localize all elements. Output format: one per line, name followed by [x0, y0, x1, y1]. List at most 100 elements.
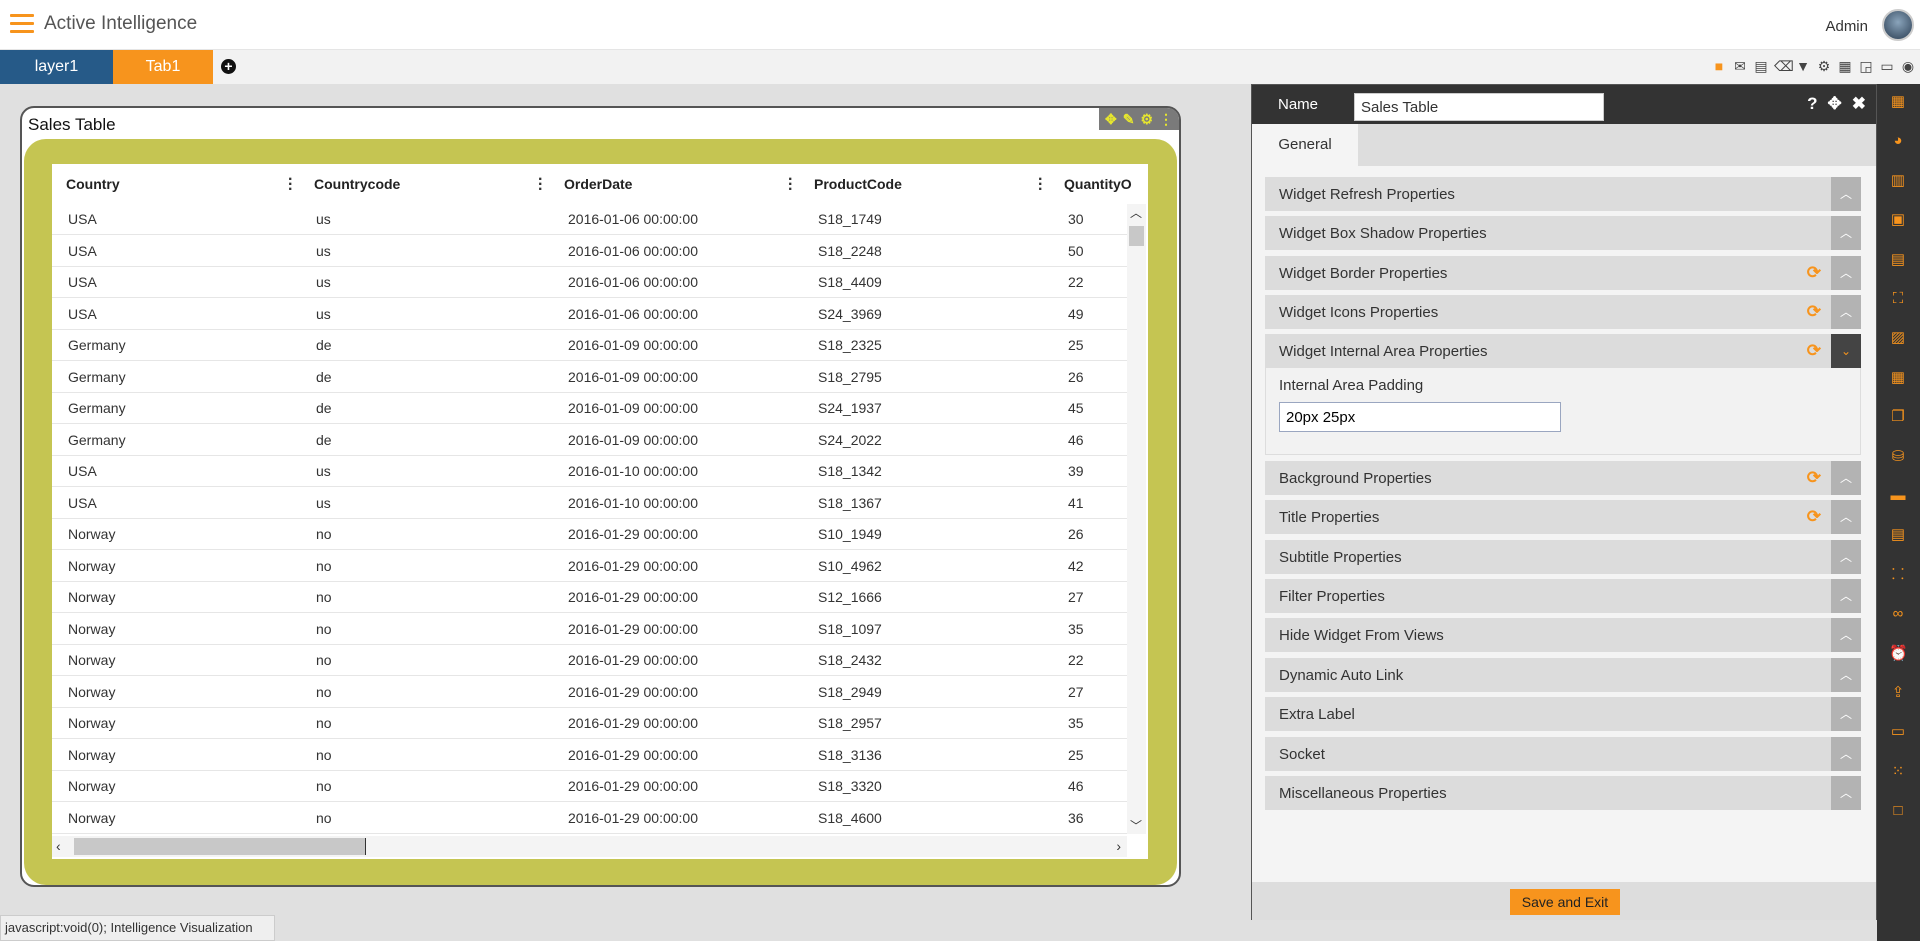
section-subtitle-properties[interactable]: Subtitle Properties ︿ [1265, 540, 1861, 574]
table-row[interactable]: Norway no 2016-01-29 00:00:00 S18_2957 35 [52, 708, 1127, 739]
monitor-icon[interactable]: ▭ [1879, 58, 1895, 74]
scroll-down-icon[interactable]: ﹀ [1130, 817, 1142, 834]
chevron-up-icon[interactable]: ︿ [1831, 461, 1861, 495]
name-input[interactable] [1354, 93, 1604, 121]
chevron-up-icon[interactable]: ︿ [1831, 658, 1861, 692]
scroll-up-icon[interactable]: ︿ [1130, 204, 1142, 221]
comment-icon[interactable]: ▤ [1753, 58, 1769, 74]
alarm-icon[interactable]: ⏰ [1889, 645, 1908, 663]
file-icon[interactable]: ▤ [1889, 526, 1907, 544]
image-icon[interactable]: ▨ [1889, 329, 1907, 347]
copy-icon[interactable]: ❐ [1889, 408, 1907, 426]
edit-icon[interactable]: ✎ [1123, 111, 1135, 128]
chevron-up-icon[interactable]: ︿ [1831, 540, 1861, 574]
move-icon[interactable]: ✥ [1105, 111, 1117, 128]
move-icon[interactable]: ✥ [1828, 94, 1842, 114]
tab-general[interactable]: General [1252, 124, 1358, 166]
chevron-up-icon[interactable]: ︿ [1831, 737, 1861, 771]
refresh-icon[interactable]: ⟳ [1807, 302, 1821, 322]
chevron-up-icon[interactable]: ︿ [1831, 579, 1861, 613]
more-icon[interactable]: ⋮ [1159, 111, 1173, 128]
handshake-icon[interactable]: ∞ [1889, 605, 1907, 623]
hamburger-menu-icon[interactable] [10, 14, 34, 34]
close-icon[interactable]: ✖ [1852, 94, 1866, 114]
section-widget-icons-properties[interactable]: Widget Icons Properties ⟳ ︿ [1265, 295, 1861, 329]
resize-icon[interactable]: ⛶ [1889, 290, 1907, 308]
tab-layer1[interactable]: layer1 [0, 50, 113, 84]
grid-icon[interactable]: ▦ [1837, 58, 1853, 74]
table-row[interactable]: Norway no 2016-01-29 00:00:00 S10_4962 42 [52, 551, 1127, 582]
table-row[interactable]: Germany de 2016-01-09 00:00:00 S18_2795 26 [52, 362, 1127, 393]
mail-icon[interactable]: ✉ [1732, 58, 1748, 74]
padding-input[interactable] [1279, 402, 1561, 432]
table-row[interactable]: USA us 2016-01-06 00:00:00 S18_2248 50 [52, 236, 1127, 267]
section-widget-border-properties[interactable]: Widget Border Properties ⟳ ︿ [1265, 256, 1861, 290]
scroll-thumb[interactable] [74, 838, 366, 855]
table-row[interactable]: Norway no 2016-01-29 00:00:00 S12_1666 27 [52, 582, 1127, 613]
section-miscellaneous-properties[interactable]: Miscellaneous Properties ︿ [1265, 776, 1861, 810]
chevron-up-icon[interactable]: ︿ [1831, 697, 1861, 731]
table-row[interactable]: Norway no 2016-01-29 00:00:00 S18_4600 36 [52, 803, 1127, 834]
square-icon[interactable]: □ [1889, 802, 1907, 820]
section-title-properties[interactable]: Title Properties ⟳ ︿ [1265, 500, 1861, 534]
table-row[interactable]: USA us 2016-01-06 00:00:00 S24_3969 49 [52, 299, 1127, 330]
pie-chart-icon[interactable]: ◕ [1889, 132, 1907, 150]
avatar[interactable] [1882, 9, 1914, 41]
add-tab-icon[interactable]: + [221, 59, 236, 74]
table-row[interactable]: Germany de 2016-01-09 00:00:00 S24_1937 45 [52, 393, 1127, 424]
section-extra-label[interactable]: Extra Label ︿ [1265, 697, 1861, 731]
chevron-up-icon[interactable]: ︿ [1831, 500, 1861, 534]
dots-grid-icon[interactable]: ⁙ [1889, 763, 1907, 781]
table-row[interactable]: USA us 2016-01-10 00:00:00 S18_1342 39 [52, 456, 1127, 487]
chevron-up-icon[interactable]: ︿ [1831, 256, 1861, 290]
section-widget-internal-area-properties[interactable]: Widget Internal Area Properties ⟳ ⌄ [1265, 334, 1861, 368]
column-header[interactable]: OrderDate [564, 164, 632, 204]
document-icon[interactable]: ▤ [1889, 251, 1907, 269]
scroll-right-icon[interactable]: › [1116, 838, 1121, 854]
presentation-icon[interactable]: ▭ [1889, 723, 1907, 741]
table-row[interactable]: Norway no 2016-01-29 00:00:00 S10_1949 26 [52, 519, 1127, 550]
chevron-up-icon[interactable]: ︿ [1831, 618, 1861, 652]
section-dynamic-auto-link[interactable]: Dynamic Auto Link ︿ [1265, 658, 1861, 692]
save-and-exit-button[interactable]: Save and Exit [1510, 889, 1620, 915]
table-row[interactable]: Norway no 2016-01-29 00:00:00 S18_2949 27 [52, 677, 1127, 708]
chevron-up-icon[interactable]: ︿ [1831, 216, 1861, 250]
horizontal-scrollbar[interactable]: ‹ › [52, 836, 1127, 857]
map-icon[interactable]: ▥ [1889, 172, 1907, 190]
table-row[interactable]: USA us 2016-01-06 00:00:00 S18_1749 30 [52, 204, 1127, 235]
section-filter-properties[interactable]: Filter Properties ︿ [1265, 579, 1861, 613]
chevron-up-icon[interactable]: ︿ [1831, 295, 1861, 329]
help-icon[interactable]: ? [1807, 94, 1817, 114]
save-icon[interactable]: ■ [1711, 58, 1727, 74]
section-widget-box-shadow-properties[interactable]: Widget Box Shadow Properties ︿ [1265, 216, 1861, 250]
column-header[interactable]: QuantityO [1064, 164, 1132, 204]
column-menu-icon[interactable]: · · · [538, 172, 543, 198]
table-row[interactable]: USA us 2016-01-06 00:00:00 S18_4409 22 [52, 267, 1127, 298]
refresh-icon[interactable]: ⟳ [1807, 507, 1821, 527]
column-menu-icon[interactable]: · · · [788, 172, 793, 198]
scroll-thumb[interactable] [1129, 226, 1144, 246]
section-hide-widget-from-views[interactable]: Hide Widget From Views ︿ [1265, 618, 1861, 652]
chevron-up-icon[interactable]: ︿ [1831, 776, 1861, 810]
layout-icon[interactable]: ▬ [1889, 487, 1907, 505]
column-header[interactable]: ProductCode [814, 164, 902, 204]
chevron-down-icon[interactable]: ⌄ [1831, 334, 1861, 368]
filter-icon[interactable]: ▼ [1795, 58, 1811, 74]
gear-icon[interactable]: ⚙ [1140, 111, 1153, 128]
table-row[interactable]: Norway no 2016-01-29 00:00:00 S18_3320 46 [52, 771, 1127, 802]
section-socket[interactable]: Socket ︿ [1265, 737, 1861, 771]
gear-icon[interactable]: ⚙ [1816, 58, 1832, 74]
upload-icon[interactable]: ⇪ [1889, 684, 1907, 702]
column-menu-icon[interactable]: · · · [1038, 172, 1043, 198]
eraser-icon[interactable]: ⌫ [1774, 58, 1794, 74]
user-name[interactable]: Admin [1825, 18, 1868, 35]
table-row[interactable]: USA us 2016-01-10 00:00:00 S18_1367 41 [52, 488, 1127, 519]
column-header[interactable]: Countrycode [314, 164, 400, 204]
table-row[interactable]: Norway no 2016-01-29 00:00:00 S18_3136 25 [52, 740, 1127, 771]
refresh-icon[interactable]: ⟳ [1807, 468, 1821, 488]
scroll-left-icon[interactable]: ‹ [56, 838, 61, 854]
layout-icon[interactable]: ◲ [1858, 58, 1874, 74]
cubes-icon[interactable]: ⛁ [1889, 448, 1907, 466]
section-background-properties[interactable]: Background Properties ⟳ ︿ [1265, 461, 1861, 495]
sitemap-icon[interactable]: ⸬ [1889, 566, 1907, 584]
